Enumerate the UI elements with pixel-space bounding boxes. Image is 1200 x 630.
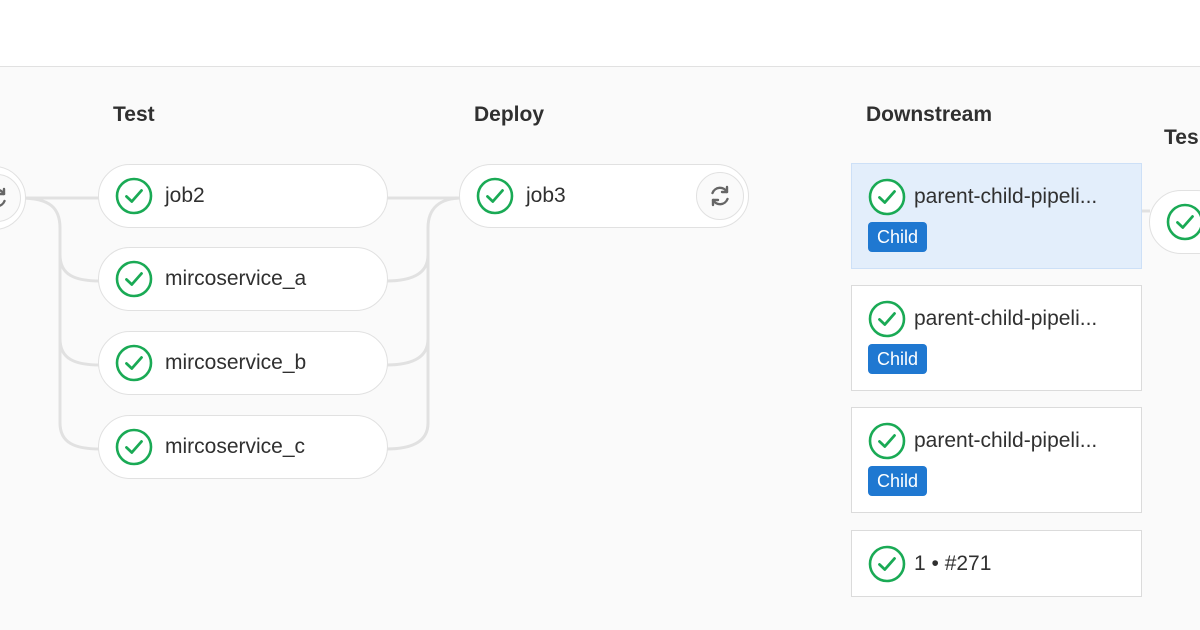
status-success-icon (868, 545, 906, 583)
downstream-pipeline-title: parent-child-pipeli... (914, 429, 1098, 452)
downstream-pipeline-title: parent-child-pipeli... (914, 307, 1098, 330)
retry-icon (711, 185, 729, 207)
status-success-icon (476, 177, 514, 215)
job-label: mircoservice_c (165, 435, 306, 458)
job-label: job2 (165, 184, 205, 207)
stage-title-next: Tes (1164, 126, 1199, 149)
job-mircoservice-b[interactable]: mircoservice_b (98, 331, 388, 395)
downstream-pipeline-title: 1 • #271 (914, 552, 992, 575)
retry-icon (0, 187, 6, 207)
downstream-pipeline-card[interactable]: parent-child-pipeli... Child (851, 285, 1142, 391)
child-badge: Child (868, 344, 928, 374)
downstream-pipeline-card[interactable]: 1 • #271 (851, 530, 1142, 597)
job-job2[interactable]: job2 (98, 164, 388, 228)
job-job3[interactable]: job3 (459, 164, 749, 228)
status-success-icon (868, 178, 906, 216)
job-mircoservice-c[interactable]: mircoservice_c (98, 415, 388, 479)
stage-title-test: Test (113, 103, 155, 126)
downstream-pipeline-card[interactable]: parent-child-pipeli... Child (851, 407, 1142, 513)
job-label: mircoservice_b (165, 351, 307, 374)
downstream-pipeline-card[interactable]: parent-child-pipeli... Child (851, 163, 1142, 269)
job3-retry-button[interactable] (696, 172, 744, 220)
downstream-pipeline-title: parent-child-pipeli... (914, 185, 1098, 208)
job-mircoservice-a[interactable]: mircoservice_a (98, 247, 388, 311)
status-success-icon (115, 260, 153, 298)
status-success-icon (115, 344, 153, 382)
status-success-icon (115, 428, 153, 466)
child-badge: Child (868, 222, 928, 252)
stage-title-deploy: Deploy (474, 103, 545, 126)
status-success-icon (868, 422, 906, 460)
previous-job-retry-button[interactable] (0, 174, 21, 222)
status-success-icon (1166, 203, 1200, 241)
child-badge: Child (868, 466, 928, 496)
job-label: job3 (526, 184, 566, 207)
pipeline-graph: Test job2 mircoservice_a mircoservice_b … (0, 67, 1200, 630)
top-bar (0, 0, 1200, 67)
status-success-icon (868, 300, 906, 338)
stage-title-downstream: Downstream (866, 103, 993, 126)
job-label: mircoservice_a (165, 267, 307, 290)
status-success-icon (115, 177, 153, 215)
